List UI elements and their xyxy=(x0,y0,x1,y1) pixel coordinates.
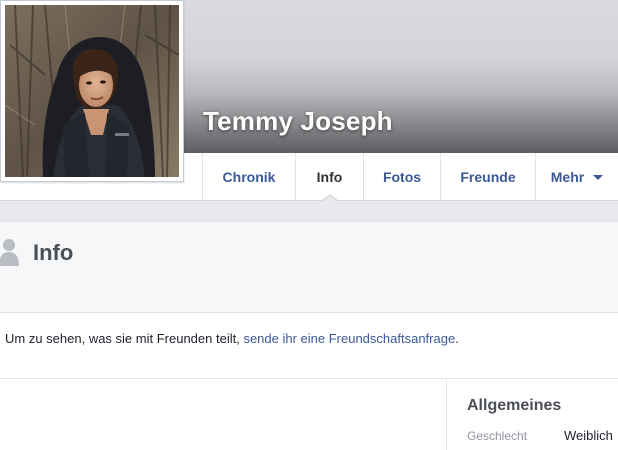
column-divider xyxy=(446,379,447,450)
profile-photo-image xyxy=(5,5,179,177)
gender-label: Geschlecht xyxy=(467,429,528,443)
person-silhouette-icon xyxy=(0,239,19,266)
profile-picture[interactable] xyxy=(0,0,184,182)
tab-freunde[interactable]: Freunde xyxy=(440,153,535,200)
tab-info-label: Info xyxy=(316,168,343,185)
tab-mehr-label: Mehr xyxy=(550,168,585,185)
friend-request-link[interactable]: sende ihr eine Freundschaftsanfrage xyxy=(243,331,455,346)
friend-request-period: . xyxy=(455,331,459,346)
info-section-title: Info xyxy=(33,240,74,265)
tab-fotos-label: Fotos xyxy=(382,168,422,185)
chevron-down-icon xyxy=(593,175,604,180)
gender-value: Weiblich xyxy=(564,428,613,443)
content-divider xyxy=(0,378,618,379)
profile-page: Temmy Joseph Chronik Info Fotos Freunde … xyxy=(0,0,618,450)
tab-chronik[interactable]: Chronik xyxy=(202,153,295,200)
tab-freunde-label: Freunde xyxy=(460,168,516,185)
info-section-header: Info xyxy=(0,221,618,313)
section-gap xyxy=(0,201,618,221)
tab-mehr[interactable]: Mehr xyxy=(535,153,618,200)
friend-request-message: Um zu sehen, was sie mit Freunden teilt,… xyxy=(5,331,459,346)
friend-request-text: Um zu sehen, was sie mit Freunden teilt, xyxy=(5,331,244,346)
tab-fotos[interactable]: Fotos xyxy=(363,153,440,200)
tab-info[interactable]: Info xyxy=(295,153,363,202)
general-section-title: Allgemeines xyxy=(467,397,562,414)
profile-name[interactable]: Temmy Joseph xyxy=(203,106,393,137)
tab-chronik-label: Chronik xyxy=(222,168,276,185)
